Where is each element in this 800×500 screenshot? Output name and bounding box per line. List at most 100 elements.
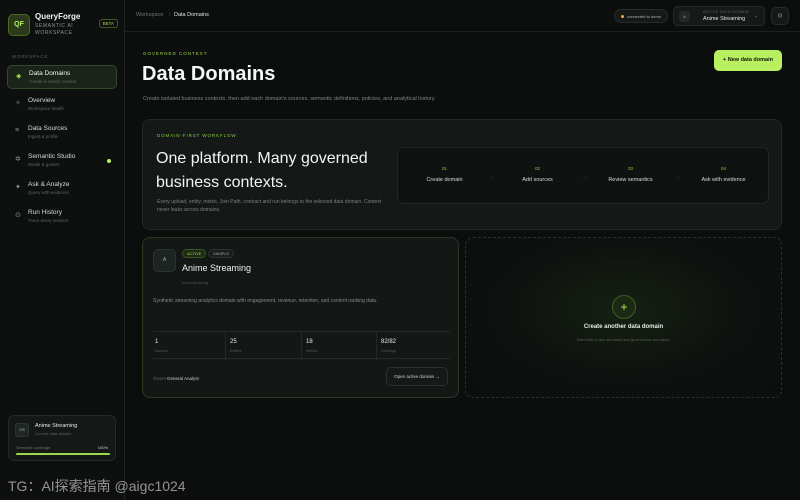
breadcrumb-current: Data Domains [174, 12, 209, 18]
workflow-step: 02 Add sources [491, 148, 584, 205]
step-number: 04 [720, 166, 726, 171]
stat-divider [225, 332, 226, 360]
stat-divider [301, 332, 302, 360]
step-number: 03 [627, 166, 633, 171]
stat-metrics: 18 Metrics [304, 332, 378, 360]
sidebar-item-sub: Model & govern [28, 162, 60, 167]
stat-value: 25 [230, 339, 237, 345]
panel-toggle-button[interactable]: ⊡ [771, 7, 789, 25]
stat-label: Metrics [306, 349, 318, 353]
sidebar-item-data-domains[interactable]: ◈ Data Domains Create & switch context [7, 65, 117, 89]
current-domain-sub: Current data domain [35, 431, 72, 436]
sidebar-item-data-sources[interactable]: ≡ Data Sources Ingest & profile [7, 121, 117, 145]
sidebar-item-sub: Trace every session [28, 218, 69, 223]
sidebar-item-sub: Query with evidence [28, 190, 69, 195]
sidebar-item-sub: Create & switch context [29, 79, 77, 84]
open-active-domain-button[interactable]: Open active domain → [386, 367, 448, 386]
domain-name: Anime Streaming [182, 263, 252, 273]
workflow-steps: 01 Create domain → 02 Add sources → 03 R… [397, 147, 769, 204]
workflow-step: 01 Create domain [398, 148, 491, 205]
sidebar-item-semantic-studio[interactable]: ✲ Semantic Studio Model & govern [7, 149, 117, 173]
plus-icon[interactable]: + [612, 295, 636, 319]
sidebar: QF QueryForge SEMANTIC AI WORKSPACE BETA… [0, 0, 125, 500]
status-dot [621, 15, 624, 18]
sidebar-item-run-history[interactable]: ⊙ Run History Trace every session [7, 205, 117, 229]
domain-avatar: A [153, 249, 176, 272]
hero-description: Every upload, entity, metric, Join Path,… [157, 199, 382, 213]
stat-label: Entities [230, 349, 242, 353]
layers-icon: ◈ [16, 73, 22, 80]
stat-entities: 25 Entities [228, 332, 302, 360]
sidebar-item-label: Data Domains [29, 70, 71, 77]
domain-key: anime-streaming [182, 281, 209, 285]
new-data-domain-button[interactable]: + New data domain [714, 50, 782, 71]
stat-label: Coverage [381, 349, 397, 353]
domain-avatar: A [679, 11, 690, 22]
workflow-step: 04 Ask with evidence [677, 148, 770, 205]
workflow-hero: DOMAIN-FIRST WORKFLOW One platform. Many… [142, 119, 782, 230]
step-label: Review semantics [608, 177, 653, 183]
nav-section-label: WORKSPACE [12, 54, 49, 59]
grid-icon: ✧ [15, 100, 21, 107]
domain-select-label: ACTIVE DATA DOMAIN [703, 10, 750, 14]
owner-label: Owner [153, 376, 167, 381]
workspace-status-text: connected to demo [627, 14, 662, 19]
database-icon: ≡ [15, 127, 20, 134]
stat-divider [376, 332, 377, 360]
sidebar-item-overview[interactable]: ✧ Overview Workspace health [7, 93, 117, 117]
watermark: TG：AI探索指南 @aigc1024 [8, 478, 186, 494]
domain-stats: 1 Sources 25 Entities 18 Metrics 82/82 C… [153, 331, 450, 360]
domain-avatar: AS [15, 423, 29, 437]
sidebar-item-ask-analyze[interactable]: ✦ Ask & Analyze Query with evidence [7, 177, 117, 201]
status-dot [107, 159, 111, 163]
step-number: 02 [534, 166, 540, 171]
page-title: Data Domains [142, 63, 276, 85]
coverage-label: Semantic coverage [16, 445, 51, 450]
stat-value: 18 [306, 339, 313, 345]
brand-logo: QF [8, 14, 30, 36]
owner-value: General Analyst [167, 376, 199, 381]
current-domain-name: Anime Streaming [35, 423, 78, 429]
coverage-value: 100% [97, 445, 108, 450]
breadcrumb-separator: / [169, 12, 171, 18]
sidebar-item-label: Ask & Analyze [28, 181, 70, 188]
step-label: Ask with evidence [701, 177, 746, 183]
hero-eyebrow: DOMAIN-FIRST WORKFLOW [157, 133, 237, 138]
history-icon: ⊙ [15, 212, 21, 219]
status-badge-sample: SAMPLE [208, 249, 235, 258]
status-badge-active: ACTIVE [182, 249, 207, 258]
hero-title: One platform. Many governed business con… [156, 150, 368, 191]
page-description: Create isolated business contexts, then … [143, 96, 436, 102]
domain-card-anime-streaming[interactable]: A ACTIVE SAMPLE Anime Streaming anime-st… [142, 237, 459, 398]
beta-badge: BETA [98, 19, 118, 28]
create-domain-subtitle: Start with a new semantic and governance… [576, 337, 671, 342]
brand[interactable]: QF QueryForge SEMANTIC AI WORKSPACE BETA [8, 10, 118, 40]
chat-icon: ✦ [15, 184, 21, 191]
workflow-step: 03 Review semantics [584, 148, 677, 205]
stat-value: 82/82 [381, 339, 397, 345]
sidebar-item-label: Overview [28, 97, 56, 104]
active-domain-select[interactable]: A ACTIVE DATA DOMAIN Anime Streaming ⌄ [673, 6, 765, 26]
sidebar-item-label: Data Sources [28, 125, 68, 132]
sparkle-icon: ✲ [15, 156, 21, 163]
chevron-down-icon: ⌄ [753, 13, 758, 19]
coverage-bar [16, 453, 110, 455]
sidebar-item-sub: Workspace health [28, 106, 64, 111]
coverage-bar-fill [16, 453, 110, 455]
step-label: Create domain [426, 177, 463, 183]
stat-value: 1 [155, 339, 159, 345]
workspace-status-pill[interactable]: connected to demo [614, 9, 668, 23]
topbar: Workspace / Data Domains connected to de… [125, 0, 800, 32]
step-number: 01 [441, 166, 447, 171]
create-domain-card[interactable]: + Create another data domain Start with … [465, 237, 782, 398]
step-label: Add sources [522, 177, 553, 183]
stat-sources: 1 Sources [153, 332, 227, 360]
sidebar-item-label: Run History [28, 209, 62, 216]
current-domain-card[interactable]: AS Anime Streaming Current data domain S… [8, 415, 116, 461]
brand-subtitle: SEMANTIC AI WORKSPACE [35, 23, 74, 36]
create-domain-title: Create another data domain [583, 324, 664, 330]
sidebar-item-sub: Ingest & profile [28, 134, 59, 139]
page-eyebrow: GOVERNED CONTEXT [143, 51, 208, 56]
stat-label: Sources [155, 349, 168, 353]
breadcrumb-workspace[interactable]: Workspace [136, 12, 163, 18]
